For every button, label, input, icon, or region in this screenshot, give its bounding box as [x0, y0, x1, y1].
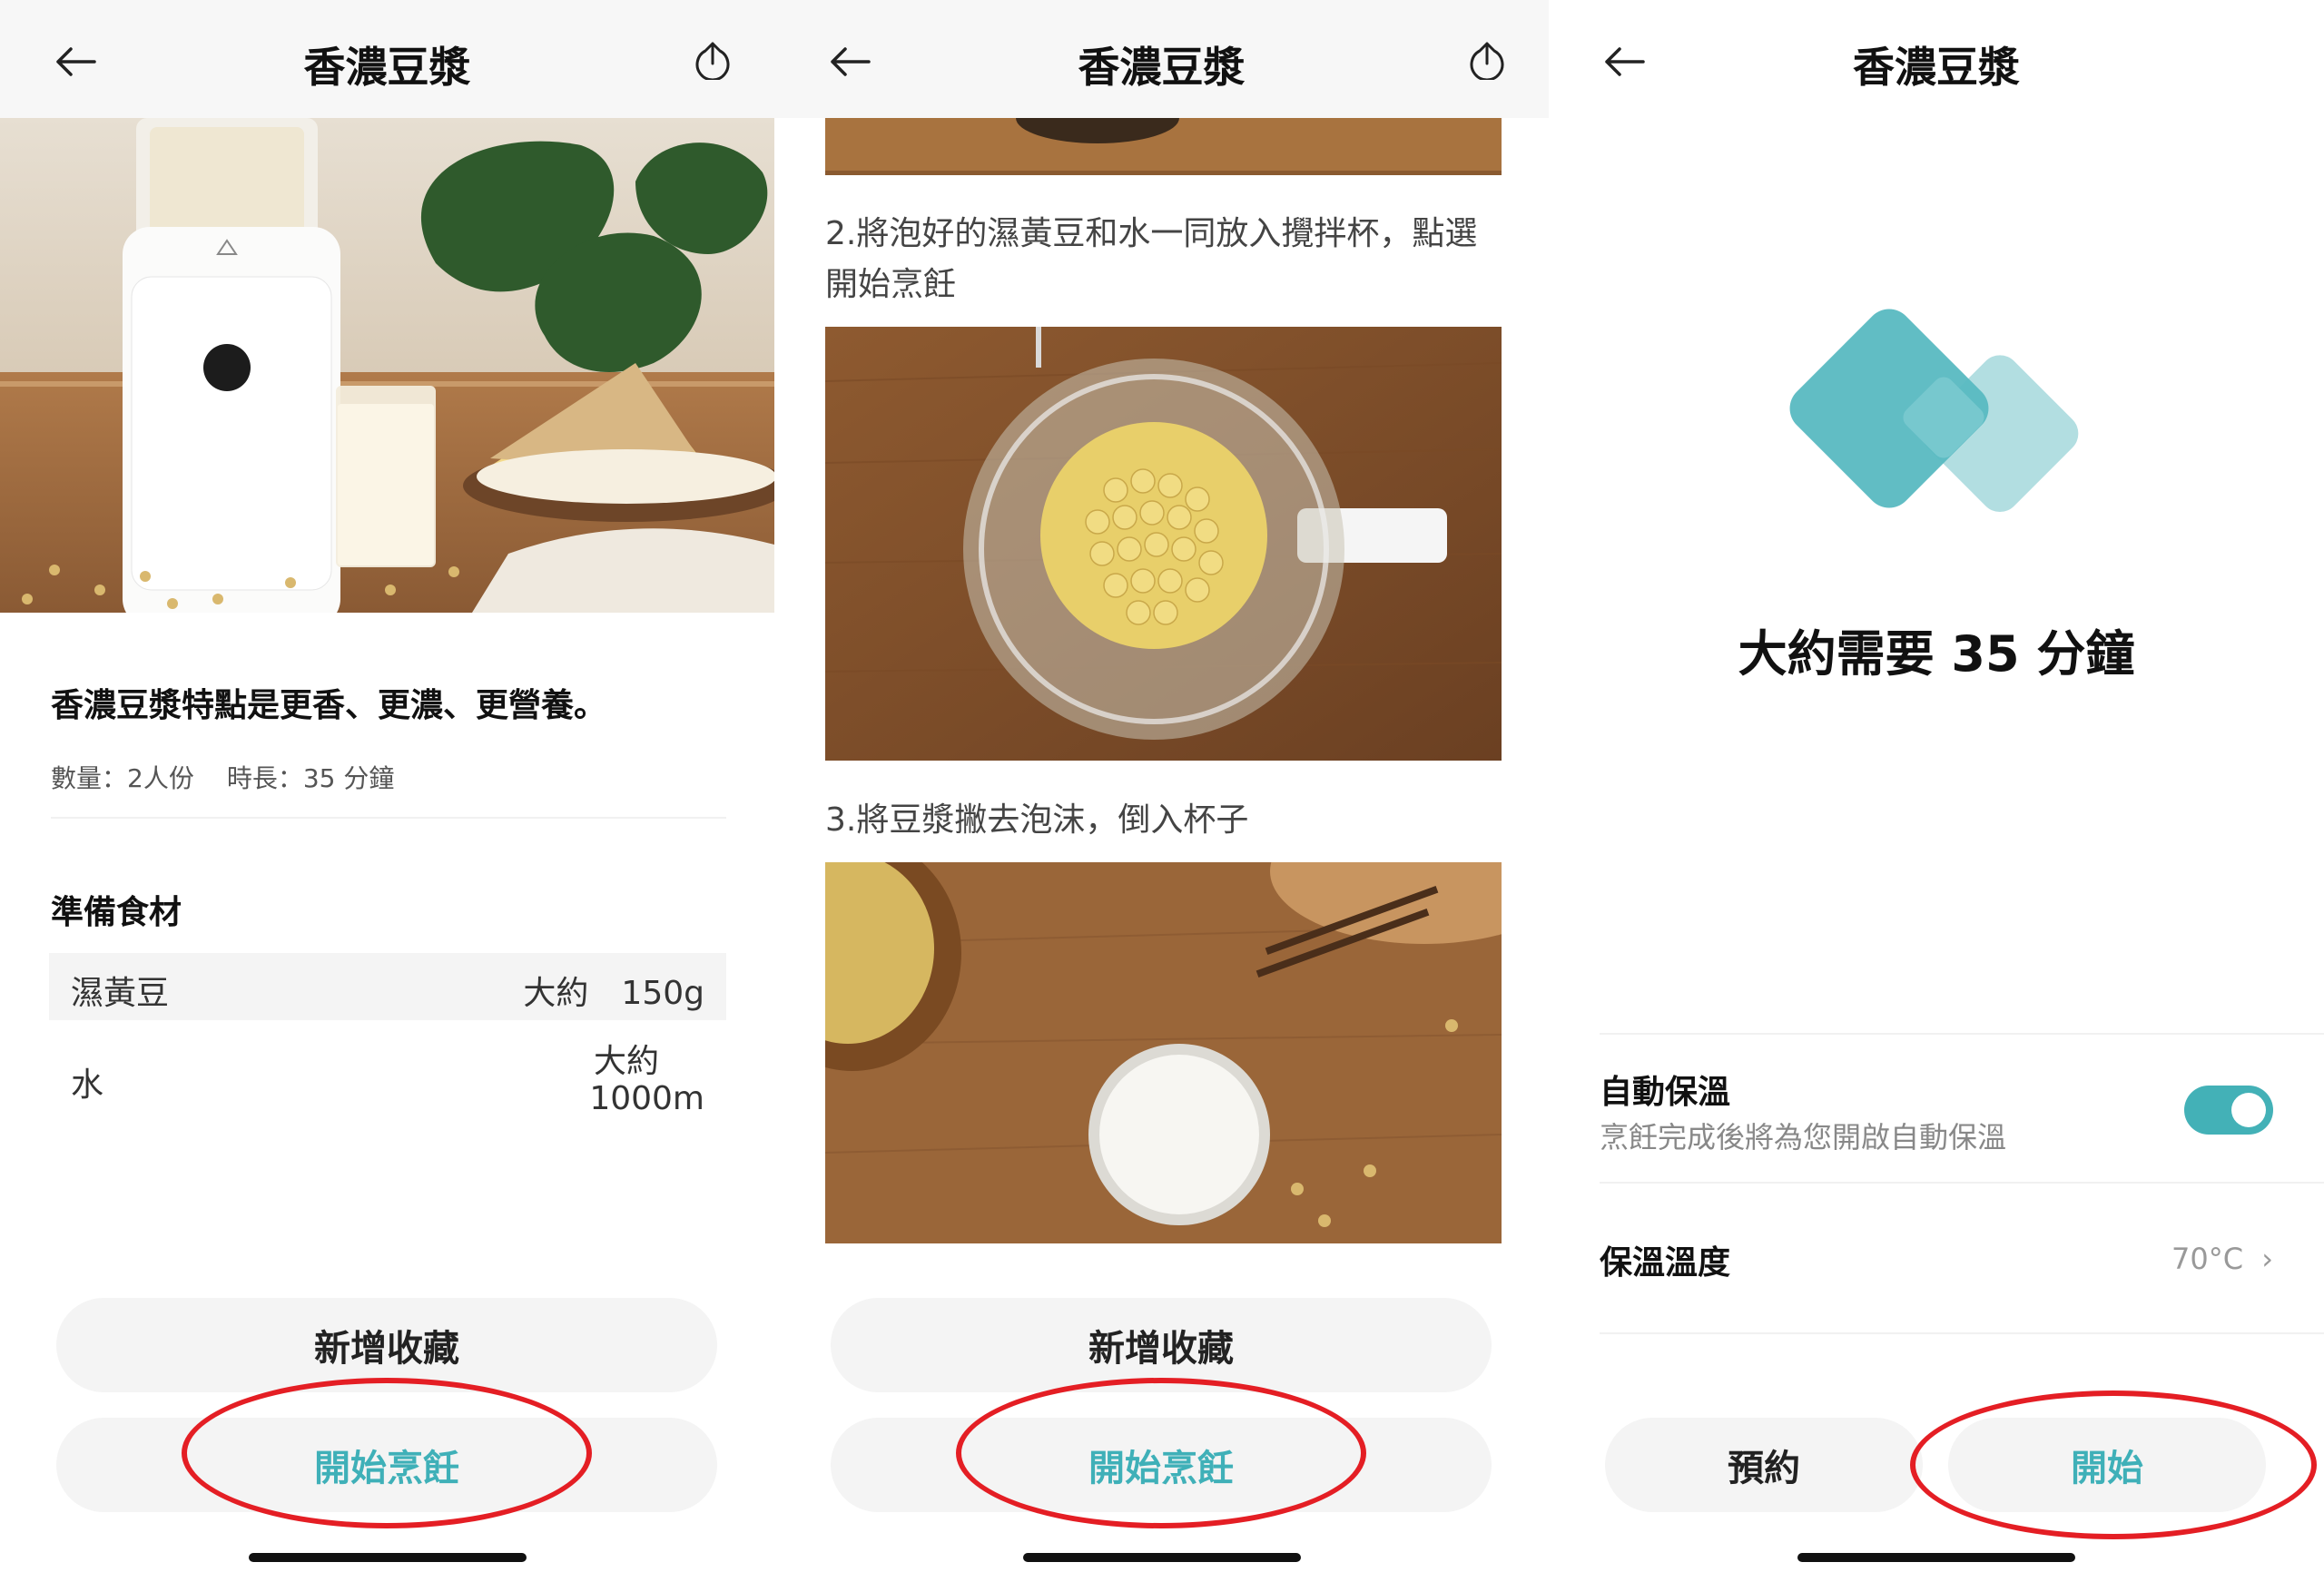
recipe-detail-screen: 香濃豆漿 香濃豆漿特點是更香、更濃、更營養。 數量：2人份 時長：35 分鐘 準… — [0, 0, 774, 1582]
home-indicator — [1797, 1553, 2075, 1562]
warm-temperature-value[interactable]: 70°C › — [2171, 1242, 2273, 1276]
home-indicator — [249, 1553, 527, 1562]
keep-warm-description: 烹飪完成後將為您開啟自動保溫 — [1600, 1120, 2007, 1155]
recipe-description: 香濃豆漿特點是更香、更濃、更營養。 — [51, 687, 607, 724]
duration-text: 時長：35 分鐘 — [226, 763, 395, 793]
page-title: 香濃豆漿 — [1853, 43, 2020, 92]
ingredient-amount-line1: 大約 — [593, 1043, 659, 1080]
keep-warm-toggle[interactable] — [2184, 1086, 2273, 1135]
divider — [1600, 1332, 2324, 1334]
diamond-logo-icon — [1789, 309, 2079, 513]
ingredient-row: 濕黃豆 大約 150g — [49, 953, 726, 1020]
top-bar: 香濃豆漿 — [1549, 0, 2324, 118]
start-button[interactable]: 開始 — [1948, 1418, 2266, 1512]
step1-photo-partial — [825, 118, 1502, 175]
add-favorite-button[interactable]: 新增收藏 — [56, 1298, 717, 1392]
page-title: 香濃豆漿 — [303, 43, 471, 92]
ingredient-name: 水 — [71, 1066, 104, 1104]
divider — [1600, 1182, 2324, 1184]
start-cooking-button[interactable]: 開始烹飪 — [56, 1418, 717, 1512]
recipe-meta: 數量：2人份 時長：35 分鐘 — [51, 759, 394, 795]
top-bar: 香濃豆漿 — [0, 0, 774, 118]
keep-warm-label: 自動保溫 — [1600, 1074, 1731, 1111]
page-title: 香濃豆漿 — [1078, 43, 1246, 92]
servings-text: 數量：2人份 — [51, 763, 194, 793]
ingredient-name: 濕黃豆 — [71, 975, 170, 1012]
chevron-right-icon: › — [2261, 1242, 2273, 1276]
start-cooking-button[interactable]: 開始烹飪 — [831, 1418, 1492, 1512]
toggle-knob — [2231, 1093, 2266, 1127]
soybeans-in-jug-photo — [825, 327, 1502, 761]
ingredient-row: 水 大約 1000m — [49, 1031, 726, 1131]
divider — [1600, 1033, 2324, 1035]
home-indicator — [1023, 1553, 1301, 1562]
top-bar: 香濃豆漿 — [774, 0, 1549, 118]
schedule-button[interactable]: 預約 — [1605, 1418, 1923, 1512]
ingredient-amount: 大約 150g — [523, 975, 704, 1012]
share-icon[interactable] — [693, 40, 733, 80]
soymilk-cup-photo — [825, 862, 1502, 1243]
step-3-text: 3.將豆漿撇去泡沫，倒入杯子 — [825, 801, 1249, 839]
ingredients-heading: 準備食材 — [51, 894, 182, 931]
add-favorite-button[interactable]: 新增收藏 — [831, 1298, 1492, 1392]
recipe-steps-screen: 香濃豆漿 2.將泡好的濕黃豆和水一同放入攪拌杯，點選開始烹飪 3.將豆漿撇去泡沫… — [774, 0, 1549, 1582]
soymilk-maker-photo — [0, 118, 774, 613]
ingredient-amount-line2: 1000m — [589, 1080, 704, 1117]
temperature-text: 70°C — [2171, 1242, 2244, 1276]
cooking-confirm-screen: 香濃豆漿 大約需要 35 分鐘 自動保溫 烹飪完成後將為您開啟自動保溫 保溫溫度… — [1549, 0, 2324, 1582]
warm-temperature-label[interactable]: 保溫溫度 — [1600, 1236, 1730, 1283]
share-icon[interactable] — [1467, 40, 1507, 80]
divider — [51, 817, 726, 819]
estimated-time: 大約需要 35 分鐘 — [1738, 625, 2135, 683]
step-2-text: 2.將泡好的濕黃豆和水一同放入攪拌杯，點選開始烹飪 — [825, 215, 1478, 303]
